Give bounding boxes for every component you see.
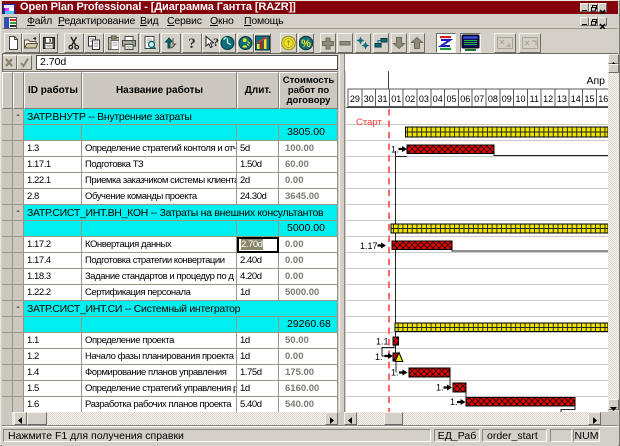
svg-text:02: 02 xyxy=(405,94,415,104)
svg-text:30: 30 xyxy=(364,94,374,104)
svg-text:13: 13 xyxy=(557,94,567,104)
svg-text:15: 15 xyxy=(584,94,594,104)
svg-text:1.: 1. xyxy=(436,383,444,393)
svg-text:07: 07 xyxy=(474,94,484,104)
svg-text:10: 10 xyxy=(515,94,525,104)
svg-text:06: 06 xyxy=(460,94,470,104)
svg-text:1.: 1. xyxy=(391,145,399,155)
svg-text:1.: 1. xyxy=(450,397,458,407)
svg-text:11: 11 xyxy=(530,94,539,104)
svg-text:1.17: 1.17 xyxy=(360,241,378,251)
svg-text:31: 31 xyxy=(377,94,387,104)
svg-text:01: 01 xyxy=(391,94,401,104)
svg-text:05: 05 xyxy=(446,94,456,104)
svg-text:12: 12 xyxy=(543,94,553,104)
svg-text:?: ? xyxy=(188,36,196,51)
svg-text:09: 09 xyxy=(502,94,512,104)
svg-text:29: 29 xyxy=(350,94,360,104)
svg-text:14: 14 xyxy=(571,94,581,104)
svg-text:1.: 1. xyxy=(391,368,399,378)
svg-text:Старт: Старт xyxy=(356,117,382,128)
svg-text:Апр: Апр xyxy=(586,75,605,87)
svg-text:16: 16 xyxy=(598,94,608,104)
svg-text:1.1: 1.1 xyxy=(376,337,389,347)
svg-text:%: % xyxy=(301,38,311,50)
svg-text:08: 08 xyxy=(488,94,498,104)
svg-text:1.: 1. xyxy=(375,352,383,362)
svg-text:04: 04 xyxy=(433,94,443,104)
svg-text:03: 03 xyxy=(419,94,429,104)
